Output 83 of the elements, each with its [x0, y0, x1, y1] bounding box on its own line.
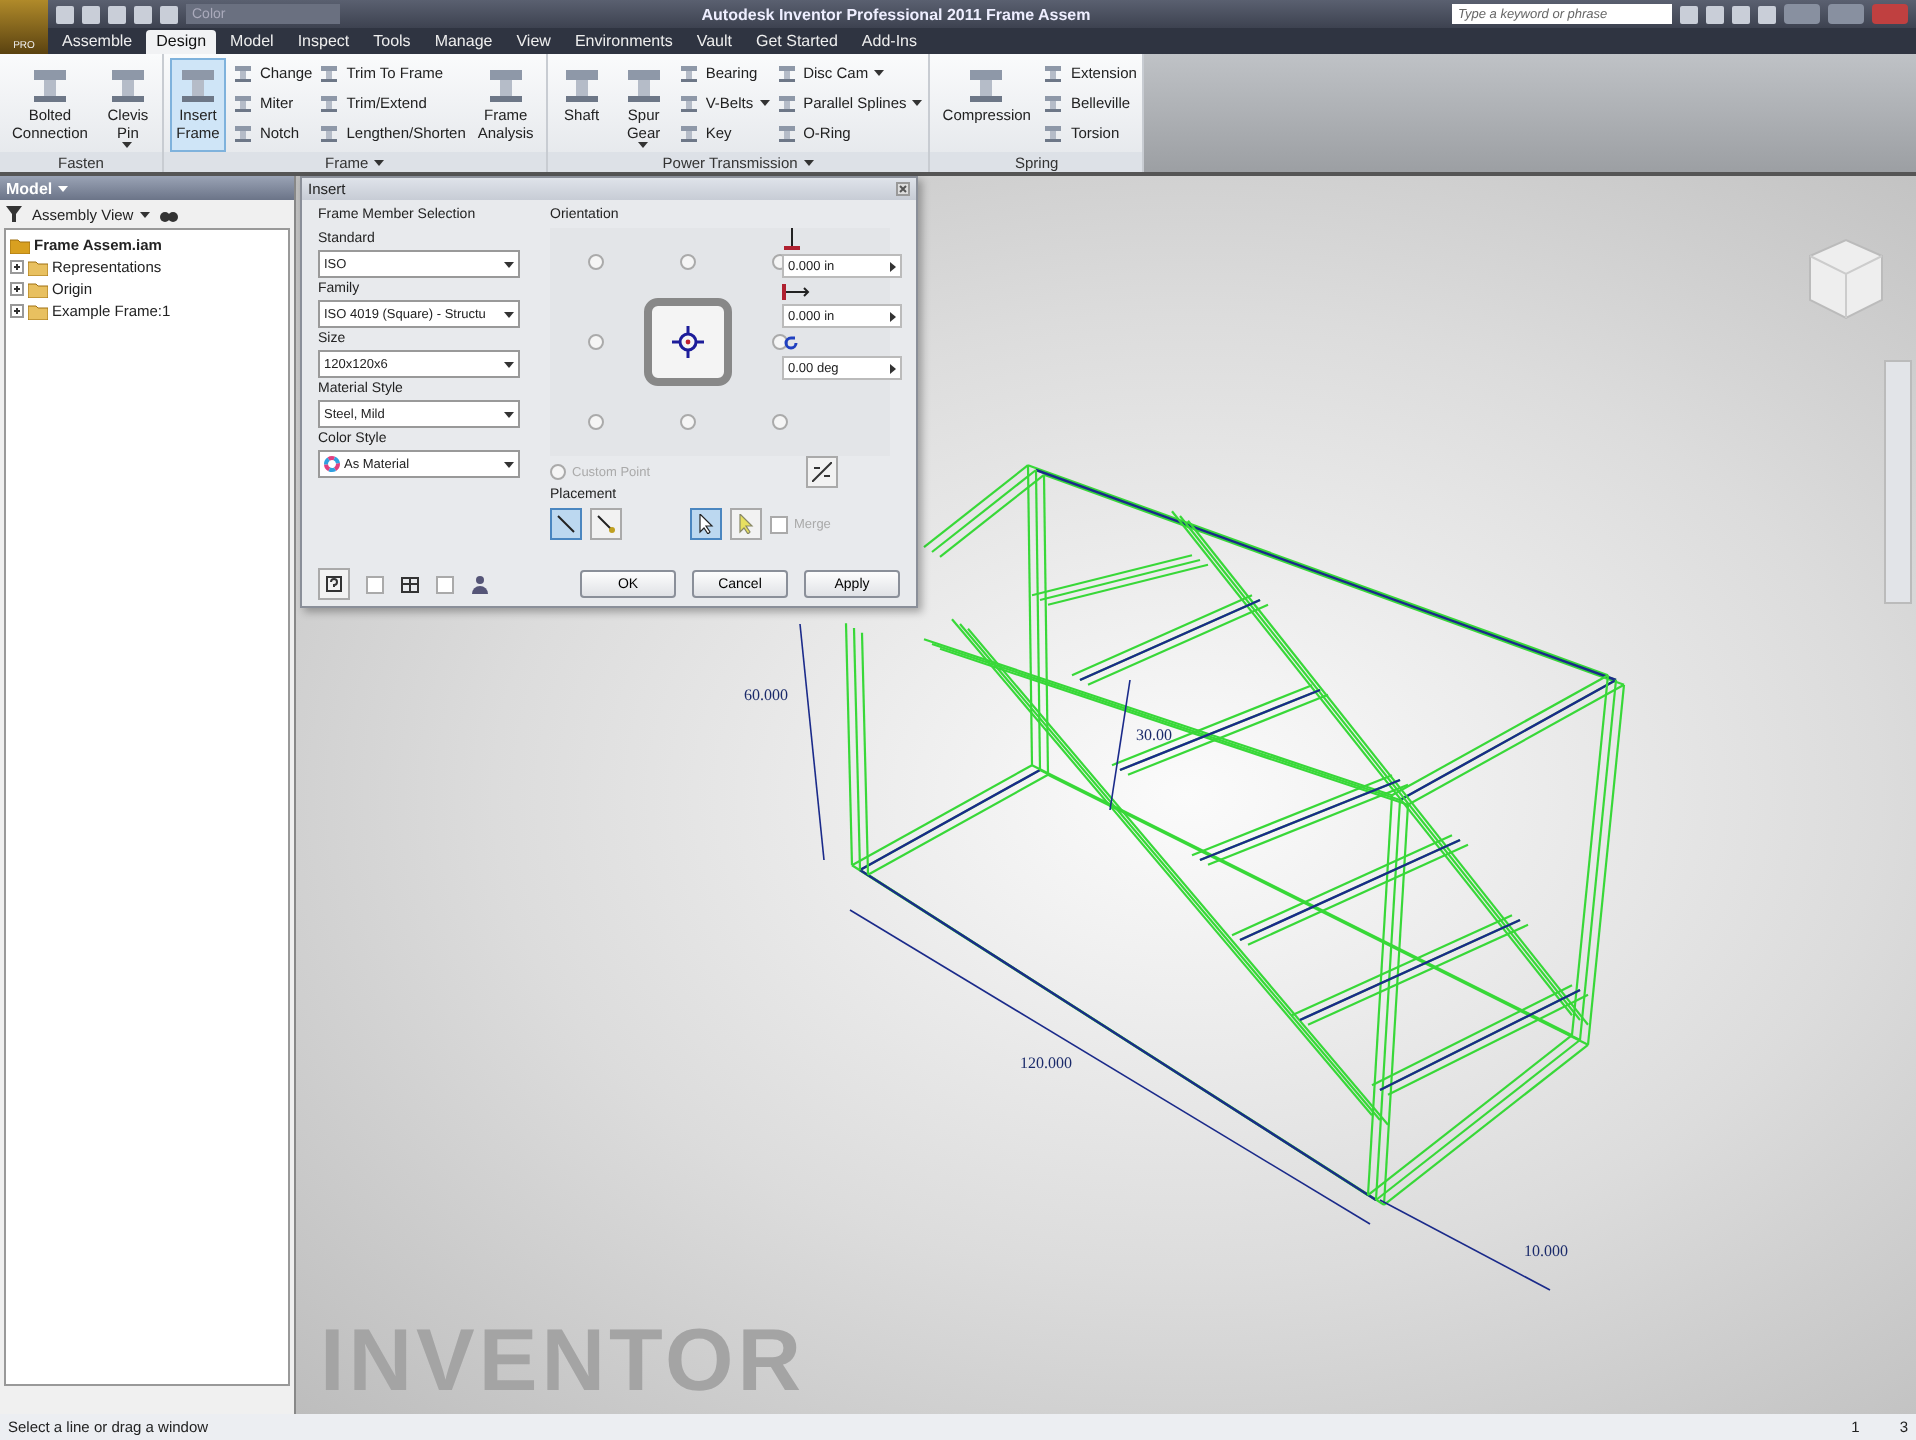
tool-icon: [677, 92, 700, 114]
tool-icon: [318, 62, 341, 84]
ribbon-tab[interactable]: Model: [220, 30, 284, 54]
caret-icon: [803, 159, 814, 165]
dimension-line: [1109, 679, 1131, 811]
caret-icon: [874, 70, 885, 76]
radio-button[interactable]: [588, 414, 604, 430]
ribbon-tab[interactable]: Design: [146, 30, 217, 54]
binoculars-icon[interactable]: [159, 206, 178, 222]
line-select-button[interactable]: [550, 508, 582, 540]
caret-icon: [139, 211, 150, 217]
ribbon-tab[interactable]: Add-Ins: [851, 30, 927, 54]
tool-icon: [1042, 62, 1065, 84]
caret-icon: [912, 100, 923, 106]
vertical-offset-icon: [782, 228, 802, 250]
tool-icon: [1042, 122, 1065, 144]
tool-icon: [775, 122, 798, 144]
dimension-label: 10.000: [1524, 1242, 1568, 1260]
checkbox[interactable]: [366, 575, 384, 593]
caret-icon: [759, 100, 770, 106]
dimension-label: 60.000: [744, 686, 788, 704]
flip-icon: [812, 462, 833, 482]
ribbon-tab[interactable]: Vault: [686, 30, 742, 54]
tool-icon: [775, 92, 798, 114]
caret-icon: [504, 311, 514, 317]
horizontal-offset-icon: [782, 284, 810, 300]
caret-icon: [122, 142, 133, 148]
expand-icon: [10, 260, 24, 274]
ribbon-tab[interactable]: Environments: [564, 30, 683, 54]
line-icon: [556, 514, 576, 534]
tool-icon: [231, 122, 254, 144]
help-button[interactable]: [318, 568, 350, 600]
radio-button[interactable]: [680, 254, 696, 270]
expand-icon: [10, 304, 24, 318]
table-icon: [400, 574, 420, 594]
radio-button[interactable]: [772, 334, 788, 350]
rotate-icon: [782, 334, 800, 352]
caret-icon: [374, 159, 385, 165]
tool-icon: [775, 62, 798, 84]
caret-icon: [504, 461, 514, 467]
radio-button[interactable]: [588, 334, 604, 350]
caret-icon: [504, 411, 514, 417]
dimension-label: 30.00: [1136, 726, 1172, 744]
checkbox[interactable]: [436, 575, 454, 593]
ribbon-tab[interactable]: Manage: [424, 30, 503, 54]
caret-icon: [504, 361, 514, 367]
ribbon-tab[interactable]: Assemble: [52, 30, 143, 54]
tool-icon: [231, 62, 254, 84]
anchor-preview[interactable]: [644, 298, 732, 386]
cursor-icon: [698, 514, 714, 534]
tool-icon: [318, 122, 341, 144]
line-icon: [596, 514, 616, 534]
crosshair-icon: [672, 326, 704, 358]
ribbon-tab[interactable]: Inspect: [287, 30, 360, 54]
expand-icon: [10, 282, 24, 296]
cursor-icon: [738, 514, 754, 534]
color-wheel-icon: [324, 456, 340, 472]
select-button[interactable]: [690, 508, 722, 540]
caret-icon: [58, 185, 69, 191]
tool-icon: [677, 62, 700, 84]
filter-icon[interactable]: [6, 206, 22, 222]
arrow-icon: [890, 311, 896, 321]
dimension-label: 120.000: [1020, 1054, 1072, 1072]
person-icon: [470, 574, 490, 594]
tool-icon: [231, 92, 254, 114]
point-select-button[interactable]: [590, 508, 622, 540]
tool-icon: [677, 122, 700, 144]
radio-button[interactable]: [588, 254, 604, 270]
ribbon-tab[interactable]: Tools: [363, 30, 421, 54]
window-title: Autodesk Inventor Professional 2011 Frame Assem: [699, 5, 1093, 23]
caret-icon: [638, 142, 649, 148]
radio-button[interactable]: [772, 414, 788, 430]
caret-icon: [504, 261, 514, 267]
tool-icon: [318, 92, 341, 114]
close-icon[interactable]: [896, 182, 910, 196]
tool-icon: [1042, 92, 1065, 114]
arrow-icon: [890, 261, 896, 271]
ribbon-tab[interactable]: View: [506, 30, 561, 54]
flip-button[interactable]: [806, 456, 839, 488]
arrow-icon: [890, 363, 896, 373]
help-icon: [326, 576, 342, 592]
radio-button[interactable]: [680, 414, 696, 430]
ribbon-tab[interactable]: Get Started: [746, 30, 848, 54]
